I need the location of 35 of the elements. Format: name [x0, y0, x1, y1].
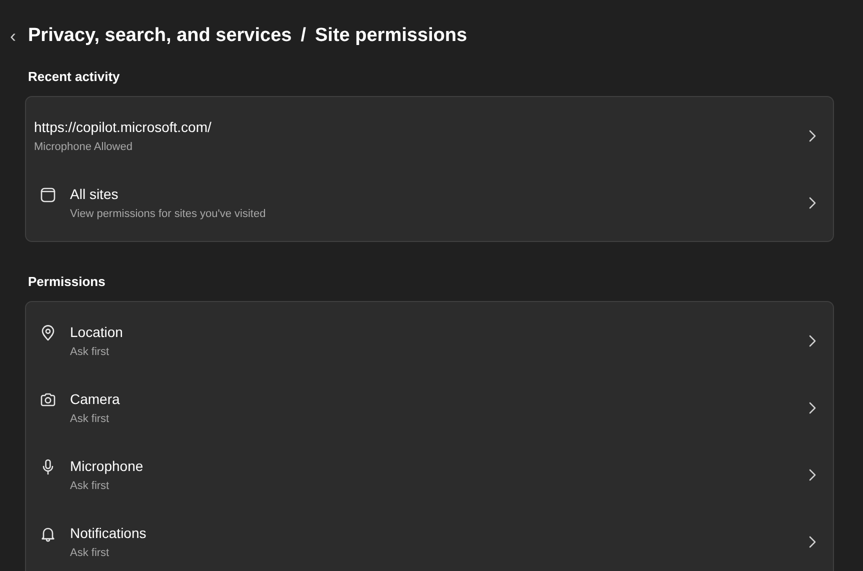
row-subtitle: Ask first	[70, 547, 110, 559]
browser-window-icon	[40, 187, 56, 203]
page-title: Site permissions	[315, 25, 468, 47]
row-title: https://copilot.microsoft.com/	[34, 118, 212, 136]
bell-icon	[40, 526, 56, 542]
breadcrumb-link[interactable]: Privacy, search, and services	[28, 25, 292, 47]
location-pin-icon	[40, 325, 56, 341]
row-title: Camera	[70, 390, 121, 408]
row-title: Notifications	[70, 524, 148, 542]
chevron-right-icon	[807, 194, 817, 210]
chevron-right-icon	[807, 466, 817, 482]
row-subtitle: Ask first	[70, 480, 110, 492]
row-title: Location	[70, 323, 124, 341]
row-subtitle: Ask first	[70, 413, 110, 425]
settings-row[interactable]: Microphone Ask first	[26, 441, 833, 508]
settings-row[interactable]: Camera Ask first	[26, 374, 833, 441]
section-heading: Permissions	[28, 274, 106, 289]
row-title: Microphone	[70, 457, 144, 475]
row-subtitle: Ask first	[70, 346, 110, 358]
row-subtitle: View permissions for sites you've visited	[70, 208, 267, 220]
chevron-right-icon	[807, 128, 817, 144]
row-subtitle: Microphone Allowed	[34, 141, 134, 153]
settings-row[interactable]: Notifications Ask first	[26, 508, 833, 571]
settings-row[interactable]: https://copilot.microsoft.com/ Microphone Allowed	[26, 102, 833, 169]
settings-row[interactable]: All sites View permissions for sites you've visited	[26, 169, 833, 236]
breadcrumb-separator: /	[300, 25, 307, 47]
row-title: All sites	[70, 185, 120, 203]
settings-row[interactable]: Location Ask first	[26, 307, 833, 374]
section-heading: Recent activity	[28, 69, 121, 84]
chevron-right-icon	[807, 534, 817, 550]
microphone-icon	[40, 459, 56, 475]
camera-icon	[40, 392, 56, 408]
chevron-right-icon	[807, 400, 817, 416]
back-button[interactable]: ‹	[6, 26, 20, 46]
chevron-right-icon	[807, 332, 817, 348]
